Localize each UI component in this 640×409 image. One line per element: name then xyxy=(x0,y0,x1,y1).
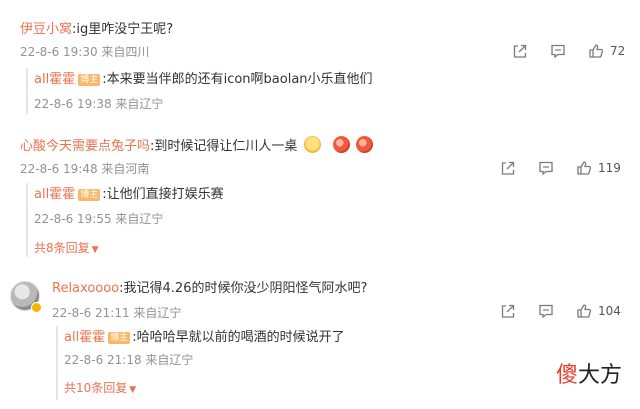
avatar[interactable] xyxy=(10,281,42,313)
more-replies-link[interactable]: 共8条回复 ▼ xyxy=(34,239,99,256)
comment-icon xyxy=(551,44,565,59)
blush-emoji xyxy=(332,136,350,153)
comment-button[interactable] xyxy=(550,43,566,59)
author-tag: 博主 xyxy=(78,74,101,86)
more-replies-label: 共8条回复 xyxy=(34,241,90,255)
share-button[interactable] xyxy=(500,160,516,176)
comment-actions: 104 xyxy=(478,302,621,320)
comment-button[interactable] xyxy=(538,303,554,319)
caret-down-icon: ▼ xyxy=(129,385,137,395)
watermark: 傻大方 xyxy=(556,357,622,389)
comment-text-line: Relaxoooo:我记得4.26的时候你没少阴阳怪气阿水吧? xyxy=(52,281,367,297)
thumbs-up-icon xyxy=(577,304,592,318)
verified-badge-icon xyxy=(31,302,42,313)
like-count: 119 xyxy=(598,161,621,175)
comment-button[interactable] xyxy=(538,160,554,176)
reply-box: all霍霍 博主:让他们直接打娱乐赛 22-8-6 19:55 来自辽宁 共8条回… xyxy=(26,183,586,257)
share-button[interactable] xyxy=(512,43,528,59)
reply-username[interactable]: all霍霍 xyxy=(34,187,75,202)
more-replies-label: 共10条回复 xyxy=(64,381,128,395)
comment-text-line: 伊豆小窝:ig里咋没宁王呢? xyxy=(20,22,173,38)
comment-meta: 22-8-6 19:30 来自四川 xyxy=(20,45,150,59)
comment-text: :我记得4.26的时候你没少阴阳怪气阿水吧? xyxy=(119,281,368,296)
author-tag: 博主 xyxy=(78,189,101,201)
reply-username[interactable]: all霍霍 xyxy=(64,330,105,345)
reply-meta: 22-8-6 19:38 来自辽宁 xyxy=(34,97,164,111)
comment-meta: 22-8-6 21:11 来自辽宁 xyxy=(52,306,182,320)
reply-username[interactable]: all霍霍 xyxy=(34,72,75,87)
comment-text: :到时候记得让仁川人一桌 xyxy=(150,139,298,154)
watermark-part1: 傻 xyxy=(555,363,578,388)
like-count: 72 xyxy=(610,44,626,58)
reply-box: all霍霍 博主:本来要当伴郎的还有icon啊baolan小乐直他们 22-8-6… xyxy=(26,68,586,114)
comment-username[interactable]: Relaxoooo xyxy=(52,281,119,296)
share-button[interactable] xyxy=(500,303,516,319)
reply-text-line: all霍霍 博主:本来要当伴郎的还有icon啊baolan小乐直他们 xyxy=(34,72,373,88)
comment-icon xyxy=(539,304,553,319)
comment-username[interactable]: 心酸今天需要点兔子吗 xyxy=(20,139,150,154)
comment-text: :ig里咋没宁王呢? xyxy=(72,22,174,37)
reply-box: all霍霍 博主:哈哈哈早就以前的喝酒的时候说开了 22-8-6 21:18 来自… xyxy=(56,326,586,400)
reply-meta: 22-8-6 19:55 来自辽宁 xyxy=(34,212,164,226)
like-count: 104 xyxy=(598,304,621,318)
caret-down-icon: ▼ xyxy=(91,245,99,255)
share-icon xyxy=(501,161,515,175)
comment-meta: 22-8-6 19:48 来自河南 xyxy=(20,162,150,176)
thumbs-up-icon xyxy=(589,44,604,58)
cat-face-emoji xyxy=(303,136,321,153)
comment-actions: 119 xyxy=(478,159,621,177)
reply-meta: 22-8-6 21:18 来自辽宁 xyxy=(64,353,194,367)
reply-text-line: all霍霍 博主:让他们直接打娱乐赛 xyxy=(34,187,224,203)
author-tag: 博主 xyxy=(108,332,131,344)
comment-icon xyxy=(539,161,553,176)
share-icon xyxy=(501,304,515,318)
like-button[interactable]: 104 xyxy=(576,303,621,319)
reply-text: :哈哈哈早就以前的喝酒的时候说开了 xyxy=(132,330,345,345)
reply-text-line: all霍霍 博主:哈哈哈早就以前的喝酒的时候说开了 xyxy=(64,330,345,346)
like-button[interactable]: 72 xyxy=(588,43,625,59)
thumbs-up-icon xyxy=(577,161,592,175)
comment-username[interactable]: 伊豆小窝 xyxy=(20,22,72,37)
like-button[interactable]: 119 xyxy=(576,160,621,176)
more-replies-link[interactable]: 共10条回复 ▼ xyxy=(64,379,136,396)
reply-text: :让他们直接打娱乐赛 xyxy=(102,187,224,202)
blush-emoji xyxy=(355,136,373,153)
comment-actions: 72 xyxy=(490,42,625,60)
share-icon xyxy=(513,44,527,58)
comment-text-line: 心酸今天需要点兔子吗:到时候记得让仁川人一桌 xyxy=(20,136,373,155)
watermark-part2: 大方 xyxy=(577,363,622,388)
reply-text: :本来要当伴郎的还有icon啊baolan小乐直他们 xyxy=(102,72,373,87)
